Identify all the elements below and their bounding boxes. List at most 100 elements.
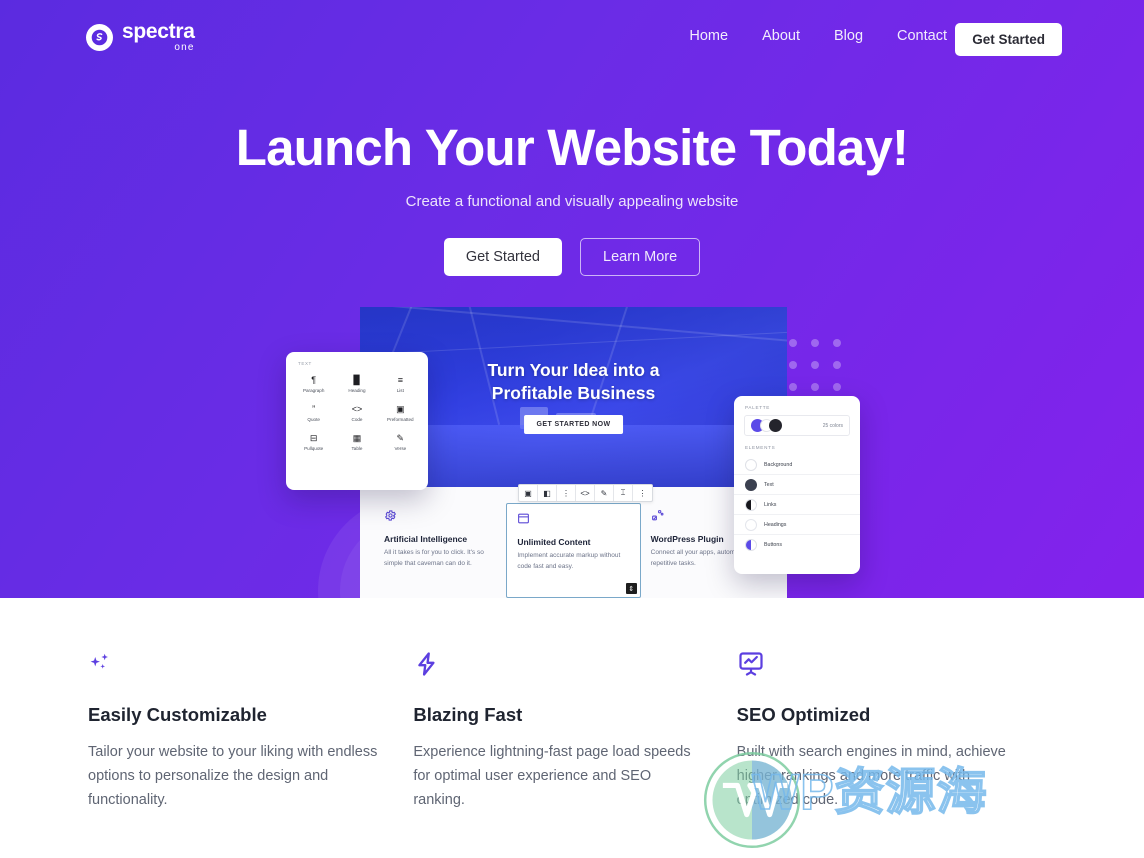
inserter-block-code[interactable]: <> Code xyxy=(335,399,378,426)
hero-section: spectra one Home About Blog Contact Get … xyxy=(0,0,1144,598)
brand-logo[interactable]: spectra one xyxy=(86,21,195,53)
inserter-block-table[interactable]: ▦ Table xyxy=(335,428,378,455)
element-row-links[interactable]: Links xyxy=(734,495,860,515)
mock-banner-cta-button[interactable]: GET STARTED NOW xyxy=(523,415,624,434)
buttons-swatch xyxy=(745,539,757,551)
hero-button-group: Get Started Learn More xyxy=(0,238,1144,276)
mock-card-unlimited-content[interactable]: Unlimited Content Implement accurate mar… xyxy=(506,503,641,598)
links-swatch xyxy=(745,498,757,511)
top-navigation: spectra one Home About Blog Contact Get … xyxy=(0,0,1144,76)
brand-name: spectra xyxy=(122,20,195,43)
hero-get-started-button[interactable]: Get Started xyxy=(443,238,562,276)
element-row-text[interactable]: Text xyxy=(734,475,860,495)
feature-title: Blazing Fast xyxy=(413,704,523,725)
palette-swatches xyxy=(751,419,782,432)
quote-icon: ” xyxy=(312,403,316,414)
feature-text: Experience lightning-fast page load spee… xyxy=(413,744,691,809)
list-icon: ≡ xyxy=(397,374,403,385)
element-label: Background xyxy=(764,461,793,468)
text-color-icon[interactable]: ⌶ xyxy=(614,485,633,501)
palette-header: PALETTE xyxy=(745,405,770,410)
element-label: Text xyxy=(764,481,774,488)
inserter-block-label: Verse xyxy=(394,446,407,451)
hero-learn-more-button[interactable]: Learn More xyxy=(580,238,701,276)
feature-blazing-fast: Blazing Fast Experience lightning-fast p… xyxy=(413,650,736,858)
block-type-icon[interactable]: ▣ xyxy=(519,485,538,501)
paragraph-icon: ¶ xyxy=(311,374,317,385)
pullquote-icon: ⊟ xyxy=(309,432,318,443)
nav-links: Home About Blog Contact xyxy=(672,28,964,44)
palette-color-count: 25 colors xyxy=(822,422,843,429)
inserter-block-heading[interactable]: ▉ Heading xyxy=(335,370,378,397)
feature-easily-customizable: Easily Customizable Tailor your website … xyxy=(88,650,411,858)
mock-card-title: Unlimited Content xyxy=(517,537,591,547)
inserter-block-label: Code xyxy=(351,417,363,422)
link-icon[interactable]: ✎ xyxy=(595,485,614,501)
feature-title: Easily Customizable xyxy=(88,704,267,725)
inserter-block-verse[interactable]: ✎ Verse xyxy=(379,428,422,455)
mock-card-title: Artificial Intelligence xyxy=(384,534,468,544)
gear-icon xyxy=(384,509,496,527)
elements-header: ELEMENTS xyxy=(745,445,776,450)
element-label: Buttons xyxy=(764,542,782,548)
chart-board-icon xyxy=(737,650,1060,682)
element-row-background[interactable]: Background xyxy=(734,455,860,475)
mock-banner-line2: Profitable Business xyxy=(491,383,656,404)
block-editor-toolbar[interactable]: ▣ ◧ ⋮ <> ✎ ⌶ ⋮ xyxy=(518,484,653,502)
inserter-block-label: Heading xyxy=(348,388,366,393)
palette-swatch-row[interactable]: 25 colors xyxy=(744,415,850,436)
hero-title: Launch Your Website Today! xyxy=(235,119,909,176)
inserter-block-pullquote[interactable]: ⊟ Pullquote xyxy=(292,428,335,455)
nav-link-contact[interactable]: Contact xyxy=(880,28,964,44)
brand-subtitle: one xyxy=(174,42,195,53)
feature-seo-optimized: SEO Optimized Built with search engines … xyxy=(737,650,1060,858)
feature-text: Tailor your website to your liking with … xyxy=(88,744,378,809)
palette-swatch-dark xyxy=(769,419,782,432)
background-swatch xyxy=(745,458,757,471)
inserter-block-label: Preformatted xyxy=(387,417,414,422)
features-section: Easily Customizable Tailor your website … xyxy=(0,598,1144,858)
drag-handle-icon[interactable]: ⋮ xyxy=(557,485,576,501)
mock-card-text: Implement accurate markup without code f… xyxy=(517,552,621,570)
headings-swatch xyxy=(745,518,757,531)
hero-subtitle: Create a functional and visually appeali… xyxy=(405,193,739,210)
element-label: Links xyxy=(764,501,777,508)
feature-title: SEO Optimized xyxy=(736,704,871,725)
element-label: Headings xyxy=(764,521,787,528)
browser-window-icon xyxy=(517,512,629,530)
inserter-section-label: TEXT xyxy=(298,361,312,366)
inserter-block-label: Quote xyxy=(307,417,320,422)
feature-text: Built with search engines in mind, achie… xyxy=(736,744,1006,809)
nav-link-about[interactable]: About xyxy=(745,28,817,44)
block-inserter-panel[interactable]: TEXT ¶ Paragraph ▉ Heading ≡ List ” Quot… xyxy=(286,352,428,490)
mock-feature-row: Artificial Intelligence All it takes is … xyxy=(360,487,787,598)
lightning-bolt-icon xyxy=(413,650,736,682)
verse-icon: ✎ xyxy=(396,432,405,443)
alignment-icon[interactable]: ◧ xyxy=(538,485,557,501)
inserter-block-label: List xyxy=(396,388,404,393)
mock-banner-line1: Turn Your Idea into a xyxy=(487,360,660,380)
inserter-block-list[interactable]: ≡ List xyxy=(379,370,422,397)
code-icon: <> xyxy=(351,403,363,414)
palette-panel[interactable]: PALETTE 25 colors ELEMENTS Background Te… xyxy=(734,396,860,574)
nav-link-home[interactable]: Home xyxy=(672,28,745,44)
inline-code-icon[interactable]: <> xyxy=(576,485,595,501)
inserter-block-quote[interactable]: ” Quote xyxy=(292,399,335,426)
preformatted-icon: ▣ xyxy=(396,403,405,414)
block-move-badge-icon[interactable]: ⇕ xyxy=(625,583,637,594)
inserter-block-grid: ¶ Paragraph ▉ Heading ≡ List ” Quote <> xyxy=(292,370,422,455)
inserter-block-preformatted[interactable]: ▣ Preformatted xyxy=(379,399,422,426)
more-options-icon[interactable]: ⋮ xyxy=(633,485,652,501)
inserter-block-label: Pullquote xyxy=(304,446,324,451)
page-root: spectra one Home About Blog Contact Get … xyxy=(0,0,1144,858)
element-row-headings[interactable]: Headings xyxy=(734,515,860,535)
nav-get-started-button[interactable]: Get Started xyxy=(955,23,1062,56)
mock-card-artificial-intelligence[interactable]: Artificial Intelligence All it takes is … xyxy=(374,503,506,598)
nav-link-blog[interactable]: Blog xyxy=(817,28,880,44)
element-row-buttons[interactable]: Buttons xyxy=(734,535,860,555)
mock-card-text: All it takes is for you to click. It's s… xyxy=(384,549,484,567)
inserter-block-paragraph[interactable]: ¶ Paragraph xyxy=(292,370,335,397)
sparkles-icon xyxy=(88,650,411,682)
table-icon: ▦ xyxy=(352,432,362,443)
heading-icon: ▉ xyxy=(353,374,361,385)
